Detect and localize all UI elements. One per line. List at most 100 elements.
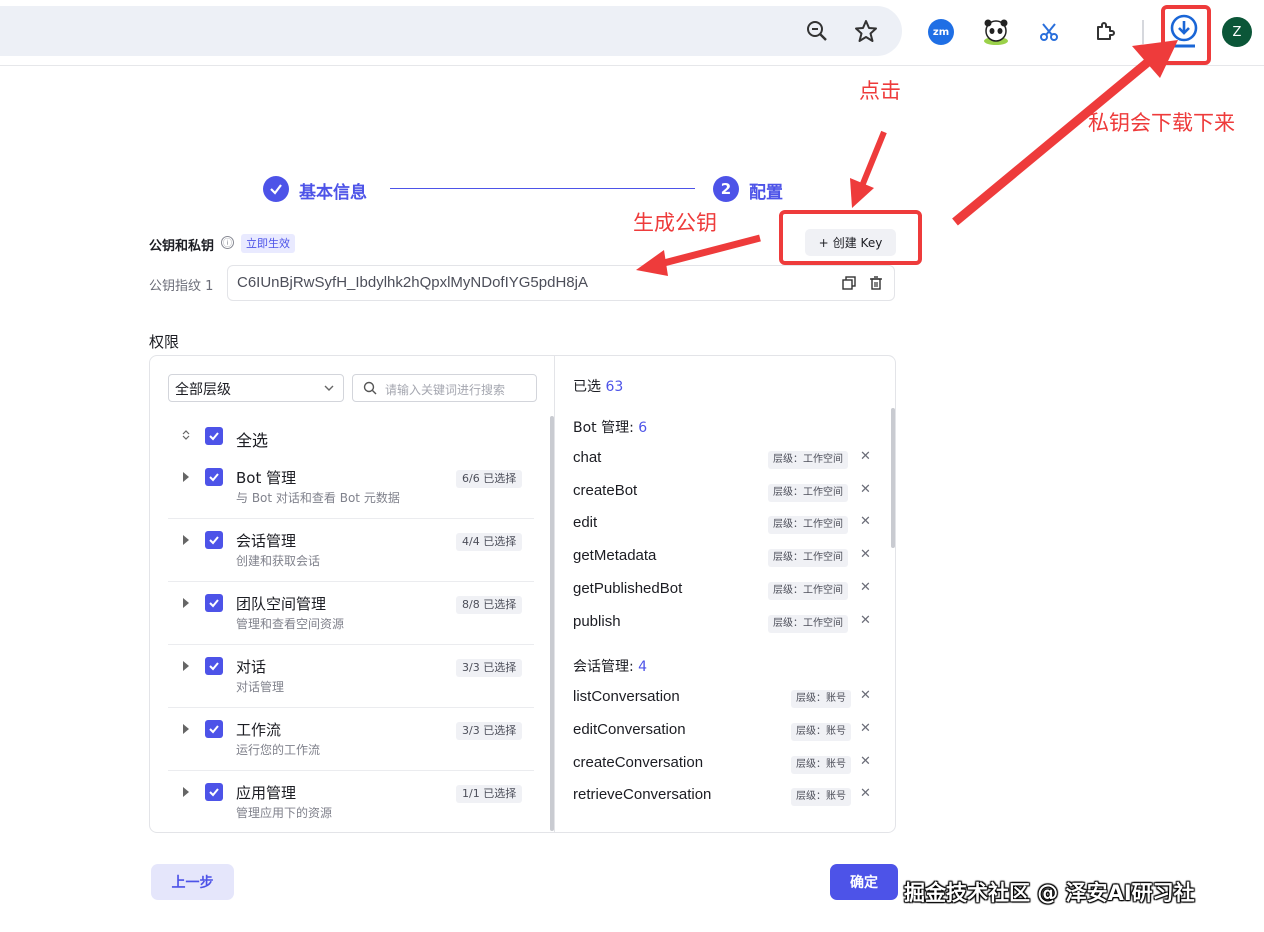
category-title: 工作流 (236, 721, 282, 739)
watermark-text: 掘金技术社区 @ 泽安AI研习社 (904, 881, 1195, 905)
arrow-to-download (952, 58, 1151, 226)
toolbar-divider (1142, 20, 1144, 44)
group-title-label: Bot 管理: (573, 420, 634, 436)
selected-label: 已选 (573, 379, 601, 395)
permission-item: retrieveConversation (573, 786, 712, 804)
category-title: 会话管理 (236, 532, 297, 550)
category-description: 与 Bot 对话和查看 Bot 元数据 (236, 491, 400, 505)
category-title: 团队空间管理 (236, 595, 327, 613)
permission-item: listConversation (573, 688, 680, 706)
row-divider (168, 770, 534, 771)
category-description: 创建和获取会话 (236, 554, 321, 568)
expand-caret-icon[interactable] (181, 598, 191, 608)
panda-extension-icon[interactable] (982, 17, 1010, 45)
scope-tag: 层级：账号 (791, 690, 851, 709)
step-1-label: 基本信息 (299, 183, 367, 203)
scope-tag: 层级：账号 (791, 755, 851, 774)
status-badge: 立即生效 (241, 234, 295, 253)
select-all-checkbox[interactable] (205, 427, 223, 445)
scope-tag: 层级：工作空间 (768, 483, 848, 502)
category-checkbox[interactable] (205, 531, 223, 549)
row-divider (168, 581, 534, 582)
info-icon[interactable]: ⓘ (221, 236, 234, 249)
permission-item: chat (573, 449, 602, 466)
group-title: 会话管理: 4 (573, 656, 647, 676)
category-description: 管理应用下的资源 (236, 806, 333, 820)
previous-step-button[interactable]: 上一步 (151, 864, 234, 900)
scope-tag: 层级：账号 (791, 788, 851, 807)
delete-trash-icon[interactable] (867, 274, 885, 292)
category-title: 对话 (236, 658, 267, 676)
right-scrollbar[interactable] (891, 408, 895, 548)
remove-x-icon[interactable]: ✕ (860, 580, 871, 595)
category-checkbox[interactable] (205, 720, 223, 738)
remove-x-icon[interactable]: ✕ (860, 514, 871, 529)
level-select[interactable]: 全部层级 (168, 374, 344, 402)
permission-item: getMetadata (573, 547, 657, 565)
permission-item: editConversation (573, 720, 686, 738)
group-count: 6 (638, 420, 648, 436)
remove-x-icon[interactable]: ✕ (860, 547, 871, 562)
annotation-download-highlight-box (1161, 5, 1211, 65)
remove-x-icon[interactable]: ✕ (860, 721, 871, 736)
expand-caret-icon[interactable] (181, 724, 191, 734)
level-select-value: 全部层级 (175, 382, 231, 398)
group-title-label: 会话管理: (573, 659, 634, 676)
search-icon (363, 381, 377, 395)
extensions-puzzle-icon[interactable] (1088, 15, 1122, 49)
selected-count: 63 (605, 379, 624, 395)
category-checkbox[interactable] (205, 783, 223, 801)
remove-x-icon[interactable]: ✕ (860, 613, 871, 628)
browser-toolbar: zm Z (0, 0, 1264, 66)
fingerprint-field: C6IUnBjRwSyfH_Ibdylhk2hQpxlMyNDofIYG5pdH… (227, 265, 895, 301)
scissors-extension-icon[interactable] (1032, 15, 1066, 49)
category-checkbox[interactable] (205, 468, 223, 486)
selected-permissions-pane: 已选 63 Bot 管理: 6 chat 层级：工作空间 ✕ createBot 层级：工… (556, 356, 895, 832)
remove-x-icon[interactable]: ✕ (860, 482, 871, 497)
permissions-section-title: 权限 (149, 333, 180, 351)
scope-tag: 层级：工作空间 (768, 549, 848, 568)
row-divider (168, 707, 534, 708)
category-checkbox[interactable] (205, 594, 223, 612)
permission-item: createConversation (573, 753, 704, 771)
collapse-expand-icon[interactable] (181, 430, 191, 440)
group-count: 4 (638, 659, 648, 676)
expand-caret-icon[interactable] (181, 472, 191, 482)
profile-avatar[interactable]: Z (1222, 17, 1252, 47)
permission-tree-pane: 全部层级 请输入关键词进行搜索 全选 Bot 管理与 Bot 对话和查看 Bot… (150, 356, 555, 832)
zoom-icon[interactable] (800, 14, 834, 48)
remove-x-icon[interactable]: ✕ (860, 786, 871, 801)
category-selected-badge: 4/4 已选择 (456, 533, 523, 551)
bookmark-star-icon[interactable] (849, 14, 883, 48)
left-scrollbar[interactable] (550, 416, 554, 831)
category-description: 运行您的工作流 (236, 743, 321, 757)
expand-caret-icon[interactable] (181, 535, 191, 545)
create-key-label: 创建 Key (832, 236, 883, 250)
annotation-private-key: 私钥会下载下来 (1088, 111, 1235, 135)
remove-x-icon[interactable]: ✕ (860, 449, 871, 464)
category-selected-badge: 3/3 已选择 (456, 722, 523, 740)
chevron-down-icon (324, 385, 334, 391)
keys-section-title: 公钥和私钥 (149, 239, 215, 254)
selected-summary: 已选 63 (573, 376, 623, 396)
select-all-label: 全选 (236, 431, 269, 450)
address-bar[interactable] (0, 6, 902, 56)
category-selected-badge: 6/6 已选择 (456, 470, 523, 488)
zoom-extension-icon[interactable]: zm (928, 19, 954, 45)
row-divider (168, 644, 534, 645)
category-title: 应用管理 (236, 784, 297, 802)
remove-x-icon[interactable]: ✕ (860, 754, 871, 769)
copy-icon[interactable] (840, 274, 858, 292)
expand-caret-icon[interactable] (181, 787, 191, 797)
permission-search-input[interactable]: 请输入关键词进行搜索 (352, 374, 537, 402)
confirm-button[interactable]: 确定 (830, 864, 898, 900)
expand-caret-icon[interactable] (181, 661, 191, 671)
arrow-click (859, 130, 887, 188)
annotation-click: 点击 (859, 79, 901, 103)
search-placeholder: 请输入关键词进行搜索 (385, 383, 506, 397)
remove-x-icon[interactable]: ✕ (860, 688, 871, 703)
category-description: 管理和查看空间资源 (236, 617, 345, 631)
category-checkbox[interactable] (205, 657, 223, 675)
create-key-button[interactable]: + 创建 Key (805, 229, 896, 256)
step-connector-line (390, 188, 695, 189)
